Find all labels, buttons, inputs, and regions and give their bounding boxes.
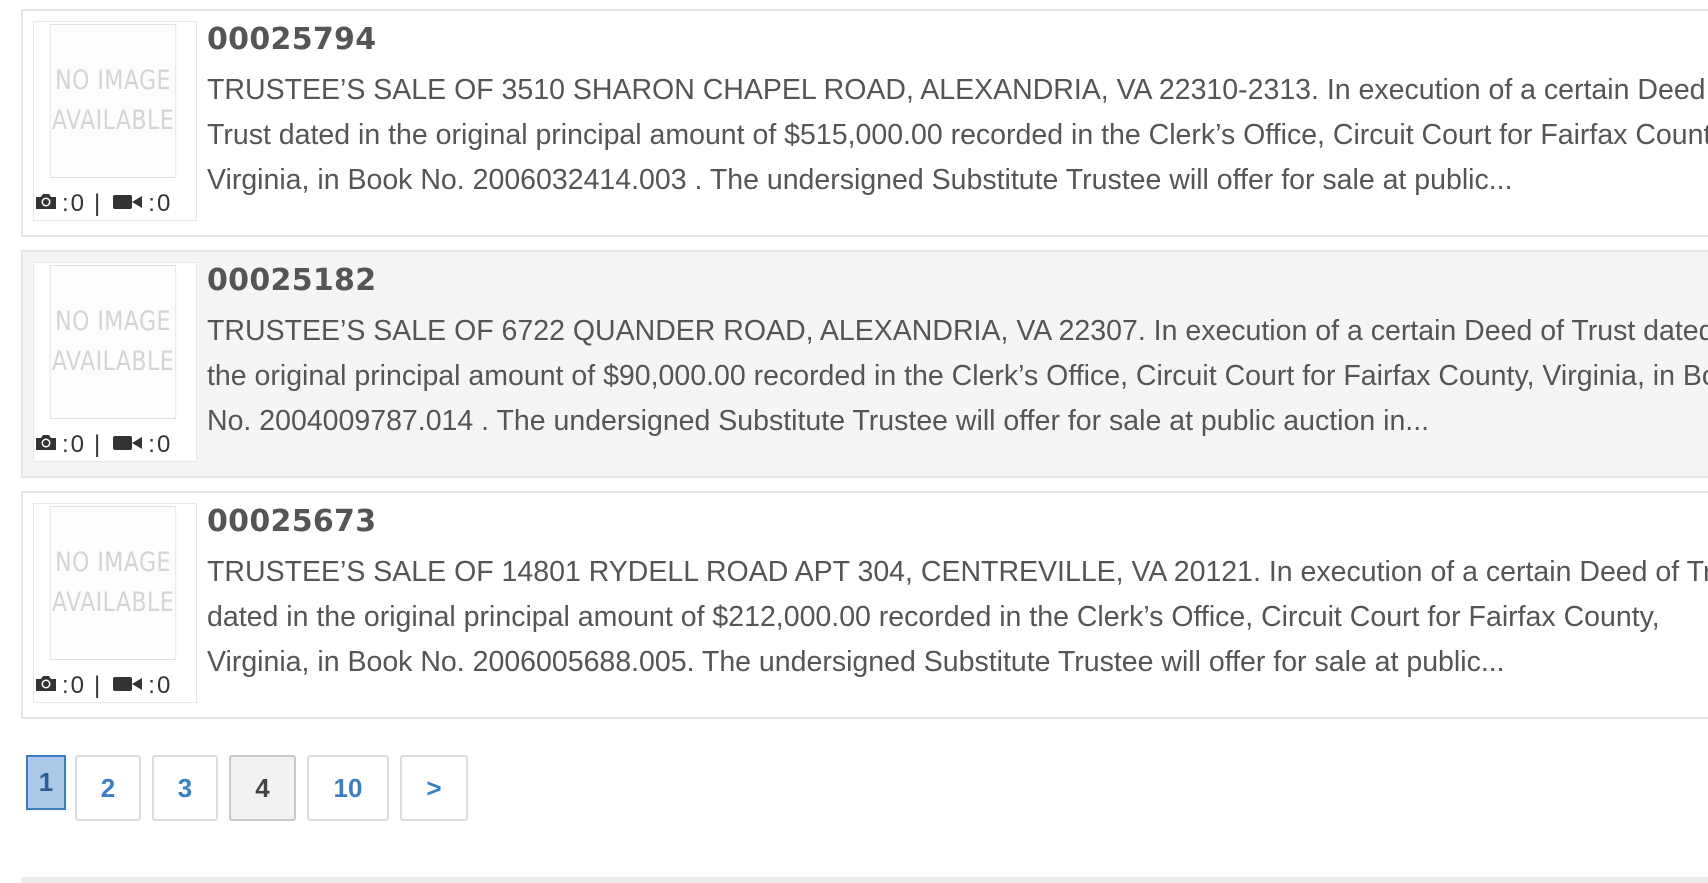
camera-icon: [34, 672, 58, 700]
page-1-link[interactable]: 1: [26, 755, 66, 810]
video-count: 0: [156, 190, 171, 217]
listing-card[interactable]: NO IMAGE AVAILABLE : 0 | : 0 00025794 TR…: [21, 9, 1708, 237]
page-10-link[interactable]: 10: [307, 755, 389, 821]
camera-icon: [34, 431, 58, 459]
video-camera-icon: [112, 672, 144, 700]
no-image-placeholder[interactable]: NO IMAGE AVAILABLE: [49, 265, 177, 419]
thumbnail-box: NO IMAGE AVAILABLE : 0 | : 0: [33, 503, 197, 703]
listing-description: TRUSTEE’S SALE OF 3510 SHARON CHAPEL ROA…: [207, 74, 1708, 196]
video-count: 0: [156, 431, 171, 458]
placeholder-line-1: NO IMAGE: [55, 65, 171, 96]
footer-divider: [21, 877, 1708, 883]
colon-label: :: [148, 431, 155, 458]
placeholder-line-1: NO IMAGE: [55, 547, 171, 578]
listing-description: TRUSTEE’S SALE OF 14801 RYDELL ROAD APT …: [207, 556, 1708, 678]
camera-icon: [34, 190, 58, 218]
media-counts: : 0 | : 0: [34, 431, 170, 459]
separator: |: [94, 190, 101, 217]
listing-id-link[interactable]: 00025182: [207, 263, 376, 298]
video-camera-icon: [112, 190, 144, 218]
thumbnail-box: NO IMAGE AVAILABLE : 0 | : 0: [33, 262, 197, 462]
colon-label: :: [148, 672, 155, 699]
listing-card[interactable]: NO IMAGE AVAILABLE : 0 | : 0 00025182 TR…: [21, 250, 1708, 478]
media-counts: : 0 | : 0: [34, 672, 170, 700]
separator: |: [94, 431, 101, 458]
colon-label: :: [148, 190, 155, 217]
placeholder-line-1: NO IMAGE: [55, 306, 171, 337]
pagination: 1 2 3 4 10 >: [26, 755, 479, 821]
placeholder-line-2: AVAILABLE: [51, 105, 175, 136]
no-image-placeholder[interactable]: NO IMAGE AVAILABLE: [49, 506, 177, 660]
placeholder-line-2: AVAILABLE: [51, 346, 175, 377]
listing-id-link[interactable]: 00025673: [207, 504, 376, 539]
photo-count: 0: [70, 190, 85, 217]
page-3-link[interactable]: 3: [152, 755, 218, 821]
listing-description: TRUSTEE’S SALE OF 6722 QUANDER ROAD, ALE…: [207, 315, 1708, 437]
no-image-placeholder[interactable]: NO IMAGE AVAILABLE: [49, 24, 177, 178]
listing-card[interactable]: NO IMAGE AVAILABLE : 0 | : 0 00025673 TR…: [21, 491, 1708, 719]
page-4-link[interactable]: 4: [229, 755, 296, 821]
media-counts: : 0 | : 0: [34, 190, 170, 218]
colon-label: :: [62, 672, 69, 699]
colon-label: :: [62, 431, 69, 458]
colon-label: :: [62, 190, 69, 217]
page-2-link[interactable]: 2: [75, 755, 141, 821]
video-camera-icon: [112, 431, 144, 459]
video-count: 0: [156, 672, 171, 699]
thumbnail-box: NO IMAGE AVAILABLE : 0 | : 0: [33, 21, 197, 221]
photo-count: 0: [70, 431, 85, 458]
listing-id-link[interactable]: 00025794: [207, 22, 376, 57]
photo-count: 0: [70, 672, 85, 699]
next-page-button[interactable]: >: [400, 755, 468, 821]
placeholder-line-2: AVAILABLE: [51, 587, 175, 618]
separator: |: [94, 672, 101, 699]
